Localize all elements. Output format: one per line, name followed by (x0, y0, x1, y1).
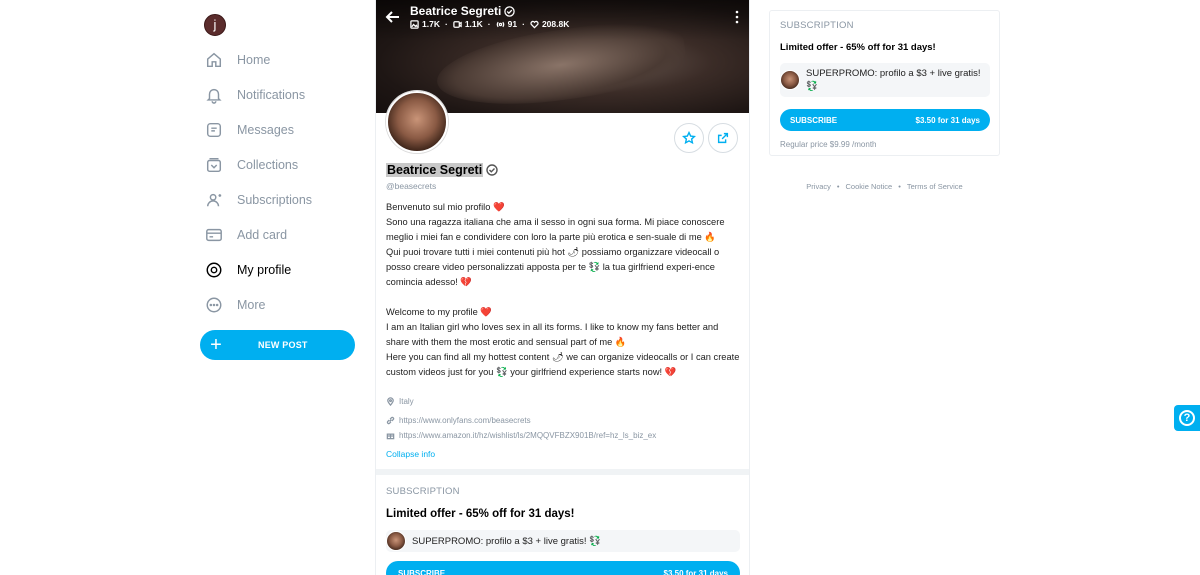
new-post-label: NEW POST (258, 340, 308, 350)
collapse-info-link[interactable]: Collapse info (386, 449, 435, 459)
cover-name-text: Beatrice Segreti (410, 4, 502, 18)
subscription-heading: SUBSCRIPTION (386, 486, 460, 497)
nav-label: Collections (237, 157, 299, 172)
nav-item-notifications[interactable]: Notifications (200, 77, 376, 112)
bio-english: Welcome to my profile ❤️ I am an Italian… (386, 307, 740, 377)
share-icon (717, 132, 729, 144)
videos-stat: 1.1K (453, 19, 483, 29)
location-text: Italy (399, 397, 414, 406)
promo-avatar (386, 531, 406, 551)
photos-count: 1.7K (422, 19, 440, 29)
profile-icon (205, 261, 223, 279)
nav-item-add-card[interactable]: Add card (200, 217, 376, 252)
link-icon (386, 416, 395, 425)
nav-label: Notifications (237, 87, 306, 102)
subscribe-button[interactable]: SUBSCRIBE $3.50 for 31 days (386, 561, 740, 575)
website-link-text: https://www.onlyfans.com/beasecrets (399, 416, 531, 425)
nav-label: Subscriptions (237, 192, 313, 207)
card-icon (205, 226, 223, 244)
help-icon: ? (1179, 410, 1195, 426)
terms-link[interactable]: Terms of Service (907, 182, 963, 191)
likes-count: 208.8K (541, 19, 570, 29)
nav-label: My profile (237, 262, 292, 277)
help-button[interactable]: ? (1174, 405, 1200, 431)
nav-item-messages[interactable]: Messages (200, 112, 376, 147)
nav-item-subscriptions[interactable]: Subscriptions (200, 182, 376, 217)
nav-label: Messages (237, 122, 294, 137)
stream-icon (496, 21, 504, 27)
nav-label: More (237, 297, 266, 312)
limited-offer-text: Limited offer - 65% off for 31 days! (386, 508, 575, 520)
nav-label: Add card (237, 227, 288, 242)
cover-profile-name: Beatrice Segreti (410, 4, 516, 18)
new-post-button[interactable]: + NEW POST (200, 330, 355, 360)
subscription-card: SUBSCRIPTION Limited offer - 65% off for… (769, 10, 1000, 156)
main-nav: Home Notifications Messages Collections … (200, 42, 376, 322)
nav-label: Home (237, 52, 271, 67)
regular-price-text: Regular price $9.99 /month (780, 140, 877, 149)
sidebar: j Home Notifications Messages Collection… (200, 0, 376, 575)
more-vertical-icon[interactable] (734, 10, 740, 24)
subscribe-button[interactable]: SUBSCRIBE $3.50 for 31 days (780, 109, 990, 131)
subscriptions-icon (205, 191, 223, 209)
user-avatar[interactable]: j (204, 14, 226, 36)
website-link[interactable]: https://www.onlyfans.com/beasecrets (386, 416, 531, 425)
favorite-button[interactable] (674, 123, 704, 153)
nav-item-home[interactable]: Home (200, 42, 376, 77)
subscription-heading: SUBSCRIPTION (780, 20, 854, 31)
back-arrow-icon[interactable] (384, 8, 402, 26)
subscribe-price: $3.50 for 31 days (663, 568, 728, 575)
promo-message: SUPERPROMO: profilo a $3 + live gratis! … (386, 530, 740, 552)
gift-icon (386, 433, 395, 440)
bell-icon (205, 86, 223, 104)
heart-icon (530, 20, 539, 29)
profile-name-text: Beatrice Segreti (386, 163, 484, 177)
wishlist-link[interactable]: https://www.amazon.it/hz/wishlist/ls/2MQ… (386, 431, 656, 440)
likes-stat: 208.8K (530, 19, 569, 29)
verified-icon (486, 164, 498, 176)
share-button[interactable] (708, 123, 738, 153)
photos-stat: 1.7K (410, 19, 440, 29)
cookie-notice-link[interactable]: Cookie Notice (846, 182, 893, 191)
privacy-link[interactable]: Privacy (806, 182, 831, 191)
nav-item-my-profile[interactable]: My profile (200, 252, 376, 287)
subscribe-label: SUBSCRIBE (398, 568, 446, 575)
limited-offer-text: Limited offer - 65% off for 31 days! (780, 42, 936, 53)
collections-icon (205, 156, 223, 174)
footer-links: Privacy • Cookie Notice • Terms of Servi… (806, 182, 963, 191)
section-divider (376, 469, 749, 475)
promo-message: SUPERPROMO: profilo a $3 + live gratis! … (780, 63, 990, 97)
bio-italian: Benvenuto sul mio profilo ❤️ Sono una ra… (386, 202, 725, 287)
videos-count: 1.1K (464, 19, 483, 29)
streams-count: 91 (507, 19, 518, 29)
plus-icon: + (210, 334, 222, 356)
profile-bio: Benvenuto sul mio profilo ❤️ Sono una ra… (386, 200, 742, 380)
subscribe-price: $3.50 for 31 days (915, 115, 980, 125)
promo-text: SUPERPROMO: profilo a $3 + live gratis! … (806, 68, 981, 92)
nav-item-collections[interactable]: Collections (200, 147, 376, 182)
profile-handle: @beasecrets (386, 181, 437, 191)
wishlist-link-text: https://www.amazon.it/hz/wishlist/ls/2MQ… (399, 431, 657, 440)
profile-avatar[interactable] (386, 91, 448, 153)
photo-icon (410, 19, 419, 29)
promo-avatar (780, 70, 800, 90)
verified-icon (504, 5, 516, 17)
subscribe-label: SUBSCRIBE (790, 115, 838, 125)
promo-text: SUPERPROMO: profilo a $3 + live gratis! … (412, 535, 601, 547)
profile-name: Beatrice Segreti (386, 163, 498, 177)
home-icon (205, 51, 223, 69)
profile-stats: 1.7K · 1.1K · 91 · 208.8K (410, 19, 569, 29)
nav-item-more[interactable]: More (200, 287, 376, 322)
location-row: Italy (386, 397, 414, 406)
star-icon (682, 131, 696, 145)
location-pin-icon (387, 397, 394, 406)
more-dots-icon (205, 296, 223, 314)
profile-column: Beatrice Segreti 1.7K · 1.1K · 91 · 208.… (376, 0, 750, 575)
message-icon (205, 121, 223, 139)
video-icon (453, 20, 462, 28)
streams-stat: 91 (496, 19, 517, 29)
